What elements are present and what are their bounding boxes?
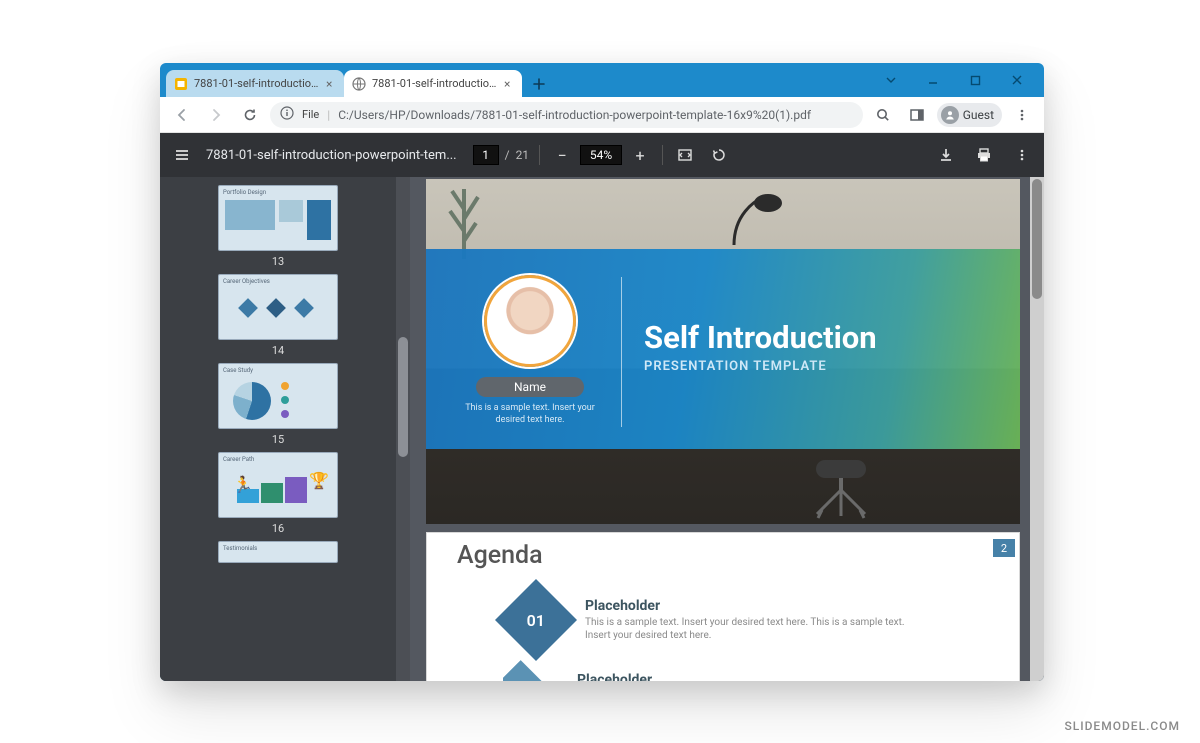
zoom-out-button[interactable]: − bbox=[550, 143, 574, 167]
nav-forward-button[interactable] bbox=[202, 101, 230, 129]
thumbnail-17[interactable]: Testimonials bbox=[218, 541, 338, 563]
tab-close-icon[interactable]: × bbox=[326, 78, 336, 90]
slide-1: Name This is a sample text. Insert your … bbox=[426, 179, 1020, 524]
zoom-in-button[interactable]: + bbox=[628, 143, 652, 167]
agenda-item-2: Placeholder bbox=[507, 659, 652, 681]
page-current-input[interactable]: 1 bbox=[473, 145, 499, 165]
thumbnail-13[interactable]: Portfolio Design 13 bbox=[218, 185, 338, 268]
tab-close-icon[interactable]: × bbox=[504, 78, 514, 90]
page-view[interactable]: Name This is a sample text. Insert your … bbox=[410, 177, 1044, 681]
pdf-menu-button[interactable] bbox=[168, 141, 196, 169]
browser-tab-1[interactable]: 7881-01-self-introduction-powe × bbox=[166, 70, 344, 97]
pdf-title: 7881-01-self-introduction-powerpoint-tem… bbox=[206, 148, 457, 163]
browser-menu-button[interactable] bbox=[1008, 101, 1036, 129]
nav-back-button[interactable] bbox=[168, 101, 196, 129]
thumb-caption: Testimonials bbox=[223, 545, 257, 552]
tab-label: 7881-01-self-introduction-powe bbox=[372, 77, 498, 90]
zoom-indicator-icon[interactable] bbox=[869, 101, 897, 129]
watermark: SLIDEMODEL.COM bbox=[1064, 719, 1180, 733]
print-button[interactable] bbox=[970, 141, 998, 169]
zoom-value-input[interactable]: 54% bbox=[580, 145, 622, 165]
agenda-diamond-icon bbox=[485, 660, 556, 681]
window-dropdown-icon[interactable] bbox=[870, 65, 912, 95]
toolbar-separator bbox=[662, 145, 663, 165]
profile-avatar-icon bbox=[941, 106, 959, 124]
window-maximize-button[interactable] bbox=[954, 65, 996, 95]
thumb-caption: Portfolio Design bbox=[223, 189, 266, 196]
scrollbar-handle[interactable] bbox=[398, 337, 408, 457]
new-tab-button[interactable] bbox=[526, 71, 552, 97]
plant-icon bbox=[444, 179, 484, 249]
browser-tab-2[interactable]: 7881-01-self-introduction-powe × bbox=[344, 70, 522, 97]
thumbnail-16[interactable]: Career Path 🏆 🏃 16 bbox=[218, 452, 338, 535]
thumb-number: 15 bbox=[218, 433, 338, 446]
profile-label: Guest bbox=[963, 108, 994, 122]
scrollbar-handle[interactable] bbox=[1032, 179, 1042, 299]
page-total: 21 bbox=[516, 148, 530, 162]
toolbar-separator bbox=[539, 145, 540, 165]
url-text: C:/Users/HP/Downloads/7881-01-self-intro… bbox=[338, 108, 811, 122]
page-separator: / bbox=[505, 148, 510, 162]
pdf-body: Portfolio Design 13 Career Objectives 14 bbox=[160, 177, 1044, 681]
tab-strip: 7881-01-self-introduction-powe × 7881-01… bbox=[160, 63, 1044, 97]
profile-guest-chip[interactable]: Guest bbox=[937, 103, 1002, 127]
side-panel-icon[interactable] bbox=[903, 101, 931, 129]
zoom-controls: − 54% + bbox=[550, 143, 652, 167]
nav-reload-button[interactable] bbox=[236, 101, 264, 129]
agenda-diamond-icon: 01 bbox=[495, 579, 577, 661]
url-separator: | bbox=[327, 108, 330, 122]
sample-text: This is a sample text. Insert your desir… bbox=[460, 403, 600, 426]
placeholder-desc: This is a sample text. Insert your desir… bbox=[585, 616, 925, 642]
tab-label: 7881-01-self-introduction-powe bbox=[194, 77, 320, 90]
agenda-item-1: 01 Placeholder This is a sample text. In… bbox=[507, 591, 925, 649]
window-system-buttons bbox=[870, 63, 1038, 97]
name-pill: Name bbox=[476, 377, 584, 397]
url-bar: File | C:/Users/HP/Downloads/7881-01-sel… bbox=[160, 97, 1044, 133]
rotate-button[interactable] bbox=[707, 143, 731, 167]
thumb-number: 13 bbox=[218, 255, 338, 268]
placeholder-title: Placeholder bbox=[577, 672, 652, 681]
slides-favicon-icon bbox=[174, 77, 188, 91]
globe-favicon-icon bbox=[352, 77, 366, 91]
presenter-avatar bbox=[484, 275, 576, 367]
address-field[interactable]: File | C:/Users/HP/Downloads/7881-01-sel… bbox=[270, 102, 863, 128]
thumbnail-15[interactable]: Case Study 15 bbox=[218, 363, 338, 446]
placeholder-title: Placeholder bbox=[585, 598, 925, 614]
thumb-number: 14 bbox=[218, 344, 338, 357]
thumbnail-14[interactable]: Career Objectives 14 bbox=[218, 274, 338, 357]
fit-page-button[interactable] bbox=[673, 143, 697, 167]
site-info-icon[interactable] bbox=[280, 106, 294, 123]
agenda-title: Agenda bbox=[457, 541, 543, 570]
thumb-caption: Career Objectives bbox=[223, 278, 270, 285]
pdf-toolbar: 7881-01-self-introduction-powerpoint-tem… bbox=[160, 133, 1044, 177]
file-scheme-label: File bbox=[302, 108, 319, 121]
window-close-button[interactable] bbox=[996, 65, 1038, 95]
chair-icon bbox=[786, 460, 896, 520]
window-minimize-button[interactable] bbox=[912, 65, 954, 95]
page-scrollbar[interactable] bbox=[1030, 177, 1044, 681]
thumb-caption: Case Study bbox=[223, 367, 253, 374]
thumb-caption: Career Path bbox=[223, 456, 254, 463]
page-indicator: 1 / 21 bbox=[473, 145, 529, 165]
thumbnail-scrollbar[interactable] bbox=[396, 177, 410, 681]
slide-subtitle: PRESENTATION TEMPLATE bbox=[644, 359, 827, 374]
slide-page-badge: 2 bbox=[993, 539, 1015, 557]
agenda-number: 01 bbox=[527, 611, 545, 630]
thumb-number: 16 bbox=[218, 522, 338, 535]
slide-2: 2 Agenda 01 Placeholder This is a sample… bbox=[426, 532, 1020, 681]
divider-line bbox=[621, 277, 622, 427]
pdf-more-button[interactable] bbox=[1008, 141, 1036, 169]
slide-title: Self Introduction bbox=[644, 319, 877, 356]
thumbnail-rail[interactable]: Portfolio Design 13 Career Objectives 14 bbox=[160, 177, 396, 681]
lamp-icon bbox=[726, 187, 786, 247]
download-button[interactable] bbox=[932, 141, 960, 169]
browser-window: 7881-01-self-introduction-powe × 7881-01… bbox=[160, 63, 1044, 681]
